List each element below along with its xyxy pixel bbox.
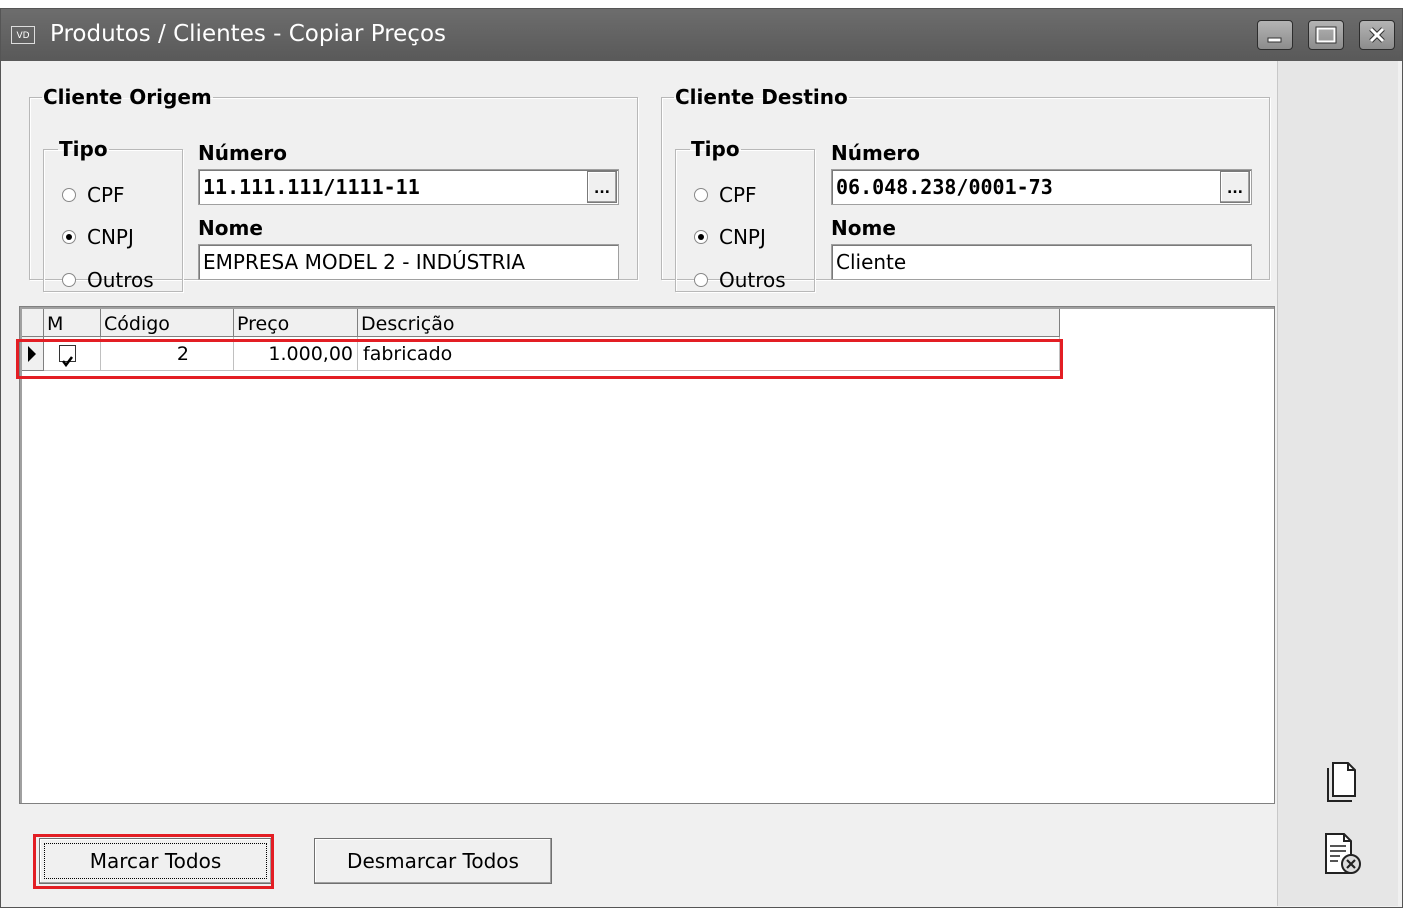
origin-lookup-button[interactable]: ... (587, 171, 617, 203)
destination-type-legend: Tipo (691, 137, 740, 161)
origin-number-label: Número (198, 141, 287, 165)
row-highlight-box (16, 339, 1063, 379)
form-area: Cliente Origem Tipo CPF CNPJ Outros Núme… (9, 61, 1277, 906)
destination-client-legend: Cliente Destino (675, 85, 848, 109)
radio-icon (694, 188, 708, 202)
destination-client-group: Cliente Destino Tipo CPF CNPJ Outros Núm… (661, 85, 1270, 292)
maximize-button[interactable] (1308, 20, 1344, 50)
origin-client-group: Cliente Origem Tipo CPF CNPJ Outros Núme… (29, 85, 638, 292)
origin-name-field[interactable]: EMPRESA MODEL 2 - INDÚSTRIA (198, 244, 619, 280)
destination-name-label: Nome (831, 216, 896, 240)
app-icon: VD (11, 26, 35, 44)
origin-client-legend: Cliente Origem (43, 85, 212, 109)
radio-icon (694, 273, 708, 287)
origin-number-field[interactable]: 11.111.111/1111-11 (198, 169, 619, 205)
copy-prices-window: VD Produtos / Clientes - Copiar Preços C… (0, 8, 1403, 908)
grid-header-descricao[interactable]: Descrição (358, 309, 1060, 337)
close-button[interactable] (1359, 20, 1395, 50)
origin-type-cnpj-radio[interactable]: CNPJ (62, 225, 134, 249)
destination-lookup-button[interactable]: ... (1220, 171, 1250, 203)
unmark-all-button[interactable]: Desmarcar Todos (314, 838, 552, 884)
origin-type-cpf-radio[interactable]: CPF (62, 183, 125, 207)
cancel-button[interactable] (1322, 831, 1366, 881)
minimize-button[interactable] (1257, 20, 1293, 50)
window-title: Produtos / Clientes - Copiar Preços (50, 21, 446, 47)
close-icon (1369, 27, 1385, 43)
title-bar[interactable]: VD Produtos / Clientes - Copiar Preços (1, 9, 1402, 61)
destination-type-outros-radio[interactable]: Outros (694, 268, 786, 292)
destination-number-field[interactable]: 06.048.238/0001-73 (831, 169, 1252, 205)
grid-header-codigo[interactable]: Código (101, 309, 234, 337)
origin-type-group: Tipo CPF CNPJ Outros (43, 139, 183, 292)
side-toolbar (1277, 61, 1398, 906)
origin-type-outros-radio[interactable]: Outros (62, 268, 154, 292)
grid-header-indicator (22, 309, 44, 337)
mark-all-highlight-box (33, 834, 274, 889)
radio-selected-icon (62, 230, 76, 244)
origin-type-legend: Tipo (59, 137, 108, 161)
maximize-icon (1315, 26, 1337, 44)
destination-name-field[interactable]: Cliente (831, 244, 1252, 280)
grid-header-preco[interactable]: Preço (234, 309, 358, 337)
origin-name-label: Nome (198, 216, 263, 240)
minimize-icon (1267, 37, 1282, 43)
copy-button[interactable] (1322, 759, 1362, 809)
destination-type-cpf-radio[interactable]: CPF (694, 183, 757, 207)
destination-number-label: Número (831, 141, 920, 165)
destination-type-cnpj-radio[interactable]: CNPJ (694, 225, 766, 249)
copy-document-icon (1327, 762, 1356, 802)
cancel-document-icon (1325, 833, 1361, 874)
products-grid[interactable]: M Código Preço Descrição 2 1.000,00 fabr… (19, 306, 1275, 804)
radio-icon (62, 188, 76, 202)
radio-selected-icon (694, 230, 708, 244)
grid-header-m[interactable]: M (44, 309, 101, 337)
destination-type-group: Tipo CPF CNPJ Outros (675, 139, 815, 292)
radio-icon (62, 273, 76, 287)
